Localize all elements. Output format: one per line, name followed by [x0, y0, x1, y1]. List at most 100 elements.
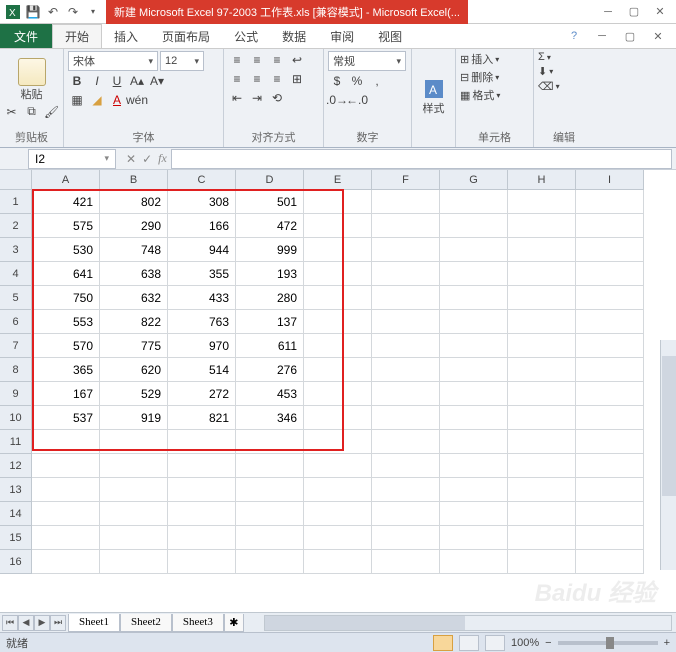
sheet-tab-3[interactable]: Sheet3 [172, 614, 224, 632]
cell[interactable]: 944 [168, 238, 236, 262]
cell[interactable]: 433 [168, 286, 236, 310]
cell[interactable] [372, 526, 440, 550]
column-header[interactable]: C [168, 170, 236, 190]
maximize-button[interactable]: ▢ [622, 3, 646, 21]
enter-formula-icon[interactable]: ✓ [142, 152, 152, 166]
cell[interactable] [100, 478, 168, 502]
cell[interactable] [576, 382, 644, 406]
cell[interactable] [100, 502, 168, 526]
cell[interactable]: 620 [100, 358, 168, 382]
cell[interactable]: 611 [236, 334, 304, 358]
cell[interactable] [576, 238, 644, 262]
cell[interactable] [576, 478, 644, 502]
decrease-indent-button[interactable]: ⇤ [228, 89, 246, 107]
cell[interactable]: 570 [32, 334, 100, 358]
row-header[interactable]: 5 [0, 286, 32, 310]
cell[interactable]: 553 [32, 310, 100, 334]
cell[interactable] [440, 238, 508, 262]
cell[interactable] [440, 502, 508, 526]
align-bottom-button[interactable]: ≡ [268, 51, 286, 69]
column-header[interactable]: G [440, 170, 508, 190]
cell[interactable] [508, 550, 576, 574]
doc-close-button[interactable]: ✕ [646, 27, 670, 45]
column-header[interactable]: E [304, 170, 372, 190]
cell[interactable] [576, 262, 644, 286]
cell[interactable] [508, 310, 576, 334]
copy-icon[interactable]: ⧉ [23, 103, 41, 121]
horizontal-scrollbar[interactable] [264, 615, 672, 631]
cell[interactable] [440, 478, 508, 502]
cell[interactable] [440, 430, 508, 454]
cell[interactable] [100, 550, 168, 574]
wrap-text-button[interactable]: ↩ [288, 51, 306, 69]
cell[interactable]: 530 [32, 238, 100, 262]
delete-cells-button[interactable]: ⊟删除▾ [460, 69, 529, 85]
number-format-combo[interactable]: 常规▾ [328, 51, 406, 71]
doc-minimize-button[interactable]: ─ [590, 27, 614, 45]
cell[interactable] [440, 406, 508, 430]
cell[interactable] [440, 550, 508, 574]
cell[interactable] [304, 382, 372, 406]
cell[interactable] [372, 286, 440, 310]
cell[interactable] [440, 358, 508, 382]
cell[interactable]: 290 [100, 214, 168, 238]
column-header[interactable]: H [508, 170, 576, 190]
cell[interactable] [304, 214, 372, 238]
cell[interactable] [304, 550, 372, 574]
new-sheet-button[interactable]: ✱ [224, 614, 244, 632]
phonetic-button[interactable]: wén [128, 91, 146, 109]
comma-button[interactable]: , [368, 72, 386, 90]
cell[interactable] [304, 262, 372, 286]
cell[interactable] [32, 454, 100, 478]
increase-indent-button[interactable]: ⇥ [248, 89, 266, 107]
cell[interactable]: 308 [168, 190, 236, 214]
format-cells-button[interactable]: ▦格式▾ [460, 87, 529, 103]
last-sheet-button[interactable]: ⏭ [50, 615, 66, 631]
cell[interactable]: 638 [100, 262, 168, 286]
increase-decimal-button[interactable]: .0→ [328, 91, 346, 109]
cell[interactable] [508, 478, 576, 502]
align-center-button[interactable]: ≡ [248, 70, 266, 88]
cell[interactable] [508, 358, 576, 382]
tab-page-layout[interactable]: 页面布局 [150, 24, 222, 48]
cell[interactable] [372, 238, 440, 262]
cell[interactable] [372, 382, 440, 406]
cell[interactable] [508, 430, 576, 454]
cell[interactable] [372, 262, 440, 286]
zoom-in-button[interactable]: + [664, 637, 670, 649]
cell[interactable]: 167 [32, 382, 100, 406]
italic-button[interactable]: I [88, 72, 106, 90]
insert-cells-button[interactable]: ⊞插入▾ [460, 51, 529, 67]
cell[interactable] [236, 478, 304, 502]
cell[interactable]: 453 [236, 382, 304, 406]
cell[interactable]: 775 [100, 334, 168, 358]
row-header[interactable]: 6 [0, 310, 32, 334]
cell[interactable] [304, 502, 372, 526]
align-middle-button[interactable]: ≡ [248, 51, 266, 69]
undo-icon[interactable]: ↶ [44, 3, 62, 21]
normal-view-button[interactable] [433, 635, 453, 651]
cell[interactable] [304, 406, 372, 430]
cell[interactable]: 421 [32, 190, 100, 214]
qat-dropdown-icon[interactable]: ▾ [84, 3, 102, 21]
currency-button[interactable]: $ [328, 72, 346, 90]
scrollbar-thumb[interactable] [265, 616, 465, 630]
cell[interactable] [576, 214, 644, 238]
cell[interactable]: 537 [32, 406, 100, 430]
cell[interactable] [304, 310, 372, 334]
cell[interactable]: 514 [168, 358, 236, 382]
cell[interactable] [440, 214, 508, 238]
cell[interactable]: 272 [168, 382, 236, 406]
row-header[interactable]: 10 [0, 406, 32, 430]
cell[interactable] [576, 430, 644, 454]
first-sheet-button[interactable]: ⏮ [2, 615, 18, 631]
row-header[interactable]: 2 [0, 214, 32, 238]
cell[interactable]: 763 [168, 310, 236, 334]
cell[interactable] [32, 430, 100, 454]
decrease-font-button[interactable]: A▾ [148, 72, 166, 90]
cell[interactable] [236, 526, 304, 550]
cell[interactable] [508, 190, 576, 214]
zoom-out-button[interactable]: − [545, 637, 551, 649]
column-header[interactable]: I [576, 170, 644, 190]
vertical-scrollbar[interactable] [660, 340, 676, 570]
